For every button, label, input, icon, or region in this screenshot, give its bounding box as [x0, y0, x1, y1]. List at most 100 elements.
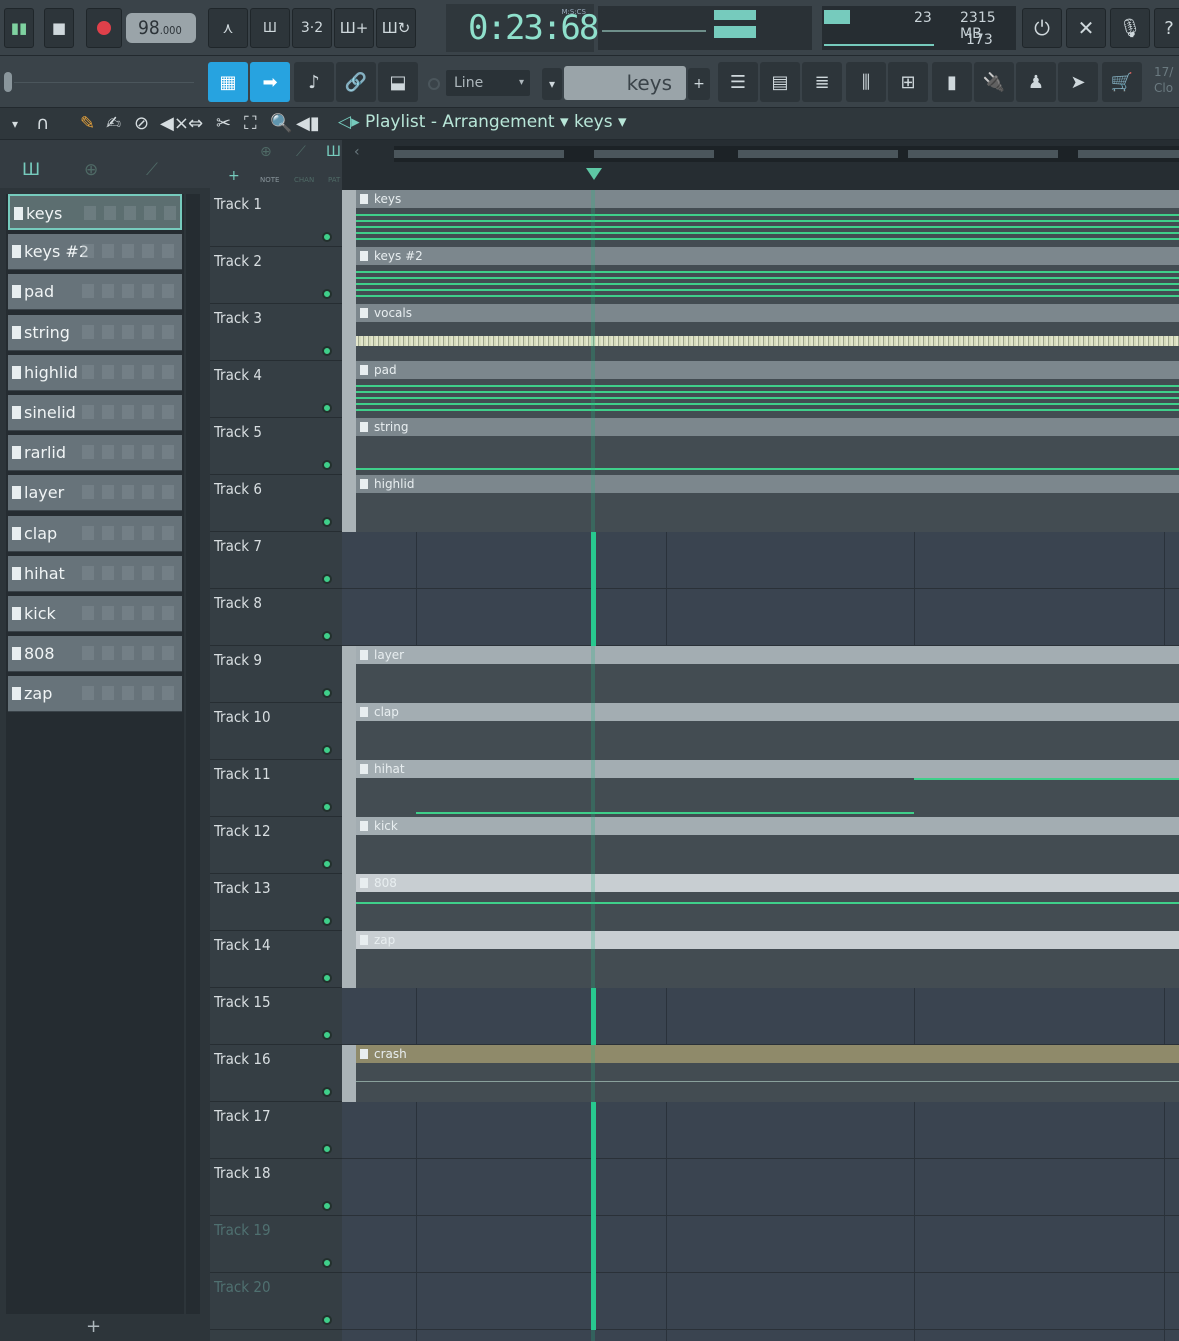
typing-keyboard-icon[interactable]: ▦ [208, 62, 248, 102]
master-pitch-knob[interactable] [4, 72, 12, 92]
pattern-item[interactable]: layer [8, 475, 182, 512]
pattern-clip[interactable]: layer [356, 646, 1179, 703]
lane-handle[interactable] [342, 190, 356, 247]
track-header[interactable]: Track 1 [210, 190, 342, 247]
export-icon[interactable]: ➤ [1058, 62, 1098, 102]
channel-rack-icon[interactable]: ≣ [802, 62, 842, 102]
pattern-item[interactable]: string [8, 314, 182, 351]
track-mute-led[interactable] [322, 289, 332, 299]
snap-select[interactable]: Line ▾ [446, 70, 530, 96]
oscilloscope-display[interactable] [598, 6, 812, 50]
tempo-tapper-icon[interactable]: ♟ [1016, 62, 1056, 102]
add-icon[interactable]: + [86, 1316, 101, 1337]
track-header[interactable]: Track 15 [210, 988, 342, 1045]
arrangement-grid[interactable]: keys keys #2 vocals pad string highlid layer cl… [342, 190, 1179, 1341]
track-lane[interactable]: hihat [342, 760, 1179, 817]
track-lane[interactable]: vocals [342, 304, 1179, 361]
add-track-icon[interactable]: + [228, 168, 240, 184]
track-lane[interactable] [342, 988, 1179, 1045]
pattern-clip[interactable]: 808 [356, 874, 1179, 931]
pattern-item[interactable]: clap [8, 515, 182, 552]
track-mute-led[interactable] [322, 460, 332, 470]
pattern-song-toggle-icon[interactable]: ▮▮ [4, 8, 34, 48]
track-header[interactable]: Track 2 [210, 247, 342, 304]
lane-handle[interactable] [342, 874, 356, 931]
track-lane[interactable] [342, 1273, 1179, 1330]
track-lane[interactable]: string [342, 418, 1179, 475]
track-lane[interactable]: highlid [342, 475, 1179, 532]
track-header[interactable]: Track 13 [210, 874, 342, 931]
scroll-left-icon[interactable]: ‹ [354, 144, 360, 160]
pattern-clip[interactable]: keys [356, 190, 1179, 247]
track-lane[interactable] [342, 532, 1179, 589]
track-header[interactable]: Track 7 [210, 532, 342, 589]
draw-tool-icon[interactable]: ✎ [80, 113, 95, 134]
track-lane[interactable]: clap [342, 703, 1179, 760]
track-mute-led[interactable] [322, 745, 332, 755]
lane-handle[interactable] [342, 247, 356, 304]
track-mute-led[interactable] [322, 802, 332, 812]
track-lane[interactable]: kick [342, 817, 1179, 874]
plugin-picker-icon[interactable]: 🔌 [974, 62, 1014, 102]
playlist-icon[interactable]: ☰ [718, 62, 758, 102]
browser-icon[interactable]: ⊞ [888, 62, 928, 102]
track-mute-led[interactable] [322, 1087, 332, 1097]
track-mute-led[interactable] [322, 232, 332, 242]
track-mute-led[interactable] [322, 631, 332, 641]
track-mute-led[interactable] [322, 1315, 332, 1325]
track-header[interactable]: Track 16 [210, 1045, 342, 1102]
pattern-item[interactable]: rarlid [8, 435, 182, 472]
pattern-item[interactable]: pad [8, 274, 182, 311]
record-button[interactable] [86, 8, 122, 48]
playhead-marker[interactable] [586, 168, 602, 180]
track-mute-led[interactable] [322, 1030, 332, 1040]
track-mute-led[interactable] [322, 688, 332, 698]
help-icon[interactable]: ? [1154, 8, 1179, 48]
microphone-icon[interactable]: 🎙 [1110, 8, 1150, 48]
track-mute-led[interactable] [322, 1201, 332, 1211]
track-lane[interactable]: keys #2 [342, 247, 1179, 304]
track-header[interactable]: Track 11 [210, 760, 342, 817]
track-mute-led[interactable] [322, 916, 332, 926]
track-header[interactable]: Track 10 [210, 703, 342, 760]
master-pitch-slider[interactable] [14, 82, 194, 83]
wait-for-input-icon[interactable]: Ш [250, 8, 290, 48]
pattern-clip[interactable]: hihat [356, 760, 1179, 817]
track-mute-led[interactable] [322, 403, 332, 413]
magnet-icon[interactable]: ∩ [36, 113, 49, 134]
track-header[interactable]: Track 12 [210, 817, 342, 874]
lane-handle[interactable] [342, 361, 356, 418]
lane-handle[interactable] [342, 931, 356, 988]
lane-handle[interactable] [342, 646, 356, 703]
track-lane[interactable]: 808 [342, 874, 1179, 931]
tempo-display[interactable]: 98.000 [126, 13, 196, 43]
track-lane[interactable] [342, 589, 1179, 646]
track-header[interactable]: Track 8 [210, 589, 342, 646]
track-mute-led[interactable] [322, 1258, 332, 1268]
pattern-item[interactable]: hihat [8, 555, 182, 592]
track-header[interactable]: Track 14 [210, 931, 342, 988]
track-header[interactable]: Track 18 [210, 1159, 342, 1216]
mute-tool-icon[interactable]: ◀× [160, 113, 189, 134]
track-header[interactable]: Track 9 [210, 646, 342, 703]
stamp-icon[interactable]: ⬓ [378, 62, 418, 102]
audio-view-icon[interactable]: ⊕ [84, 160, 98, 180]
options-menu-icon[interactable]: ▾ [12, 117, 18, 131]
track-mute-led[interactable] [322, 973, 332, 983]
pattern-selector[interactable]: keys [564, 66, 686, 100]
lane-handle[interactable] [342, 703, 356, 760]
pattern-item[interactable]: kick [8, 596, 182, 632]
track-lane[interactable]: layer [342, 646, 1179, 703]
track-header[interactable]: Track 6 [210, 475, 342, 532]
pattern-item[interactable]: zap [8, 676, 182, 713]
automation-view-icon[interactable]: ⟋ [146, 160, 158, 180]
pattern-view-icon[interactable]: Ш [22, 160, 40, 180]
track-mute-led[interactable] [322, 1144, 332, 1154]
pattern-menu-icon[interactable]: ▾ [542, 68, 562, 100]
panic-icon[interactable]: ✕ [1066, 8, 1106, 48]
pattern-item[interactable]: sinelid [8, 395, 182, 431]
track-mute-led[interactable] [322, 859, 332, 869]
pattern-clip[interactable]: clap [356, 703, 1179, 760]
project-info-icon[interactable]: ▮ [932, 62, 972, 102]
track-mute-led[interactable] [322, 346, 332, 356]
